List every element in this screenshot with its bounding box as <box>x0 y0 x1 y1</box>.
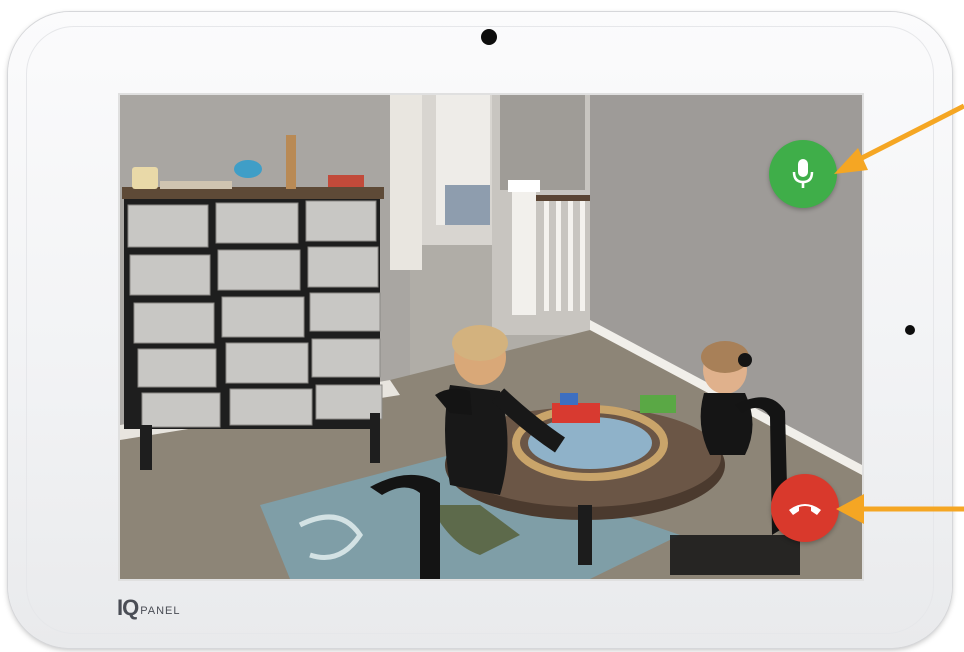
phone-hangup-icon <box>789 504 821 515</box>
annotation-arrow-end-call <box>836 494 964 524</box>
logo-iq-text: IQ <box>117 595 139 620</box>
iqpanel-logo: IQ PANEL <box>117 595 181 620</box>
annotation-arrow-microphone <box>834 103 964 174</box>
microphone-icon <box>792 159 814 188</box>
camera-video-image <box>120 95 862 579</box>
logo-panel-text: PANEL <box>140 605 181 617</box>
video-call-feed <box>120 95 862 579</box>
light-sensor <box>905 325 915 335</box>
front-camera <box>481 29 497 45</box>
